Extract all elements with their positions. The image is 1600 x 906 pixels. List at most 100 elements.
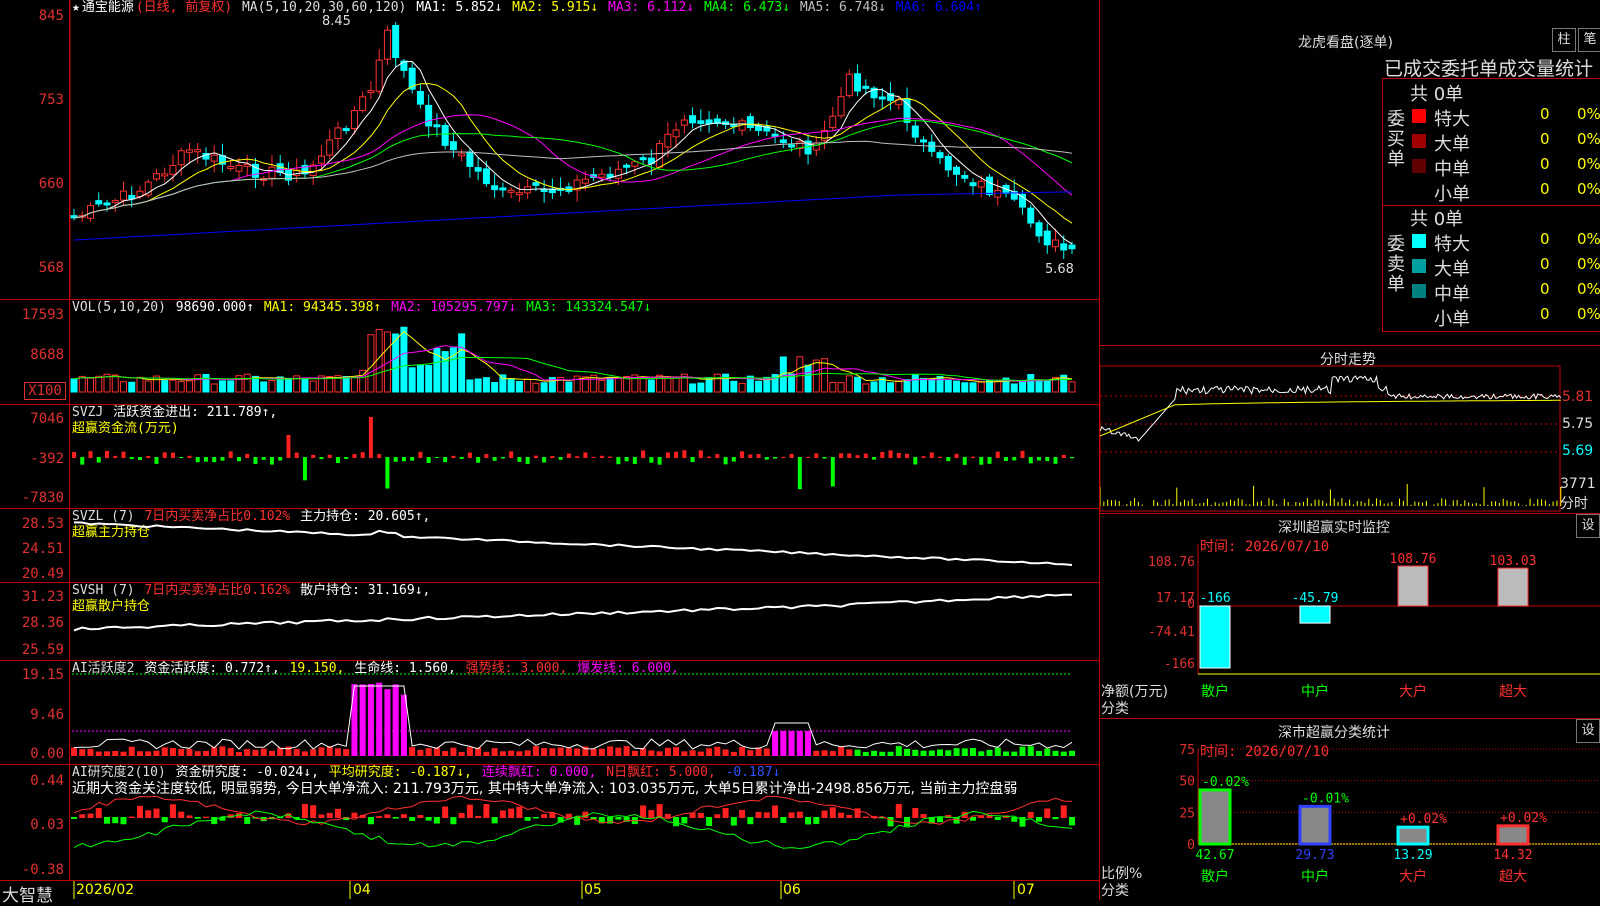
volume-bar [606,376,614,393]
activity-bar [656,751,663,756]
candle-body [614,168,622,179]
flow-bar [558,457,563,460]
volume-bar [136,376,144,393]
flow-bar [616,457,621,465]
svzl-panel[interactable]: SVZL (7) 7日内买卖净占比0.102% 主力持仓: 20.605↑, 超… [0,509,1099,583]
candle-body [111,200,119,204]
capital-flow-chart[interactable] [0,405,1099,509]
activity-bar [887,751,894,756]
volume-bar [812,359,820,393]
volume-bar [524,378,532,393]
volume-bar [466,379,474,393]
ai-research-panel[interactable]: AI研究度2(10) 资金研究度: -0.024↓, 平均研究度: -0.187… [0,765,1099,880]
y-tick: -74.41 [1148,625,1195,640]
candle-body [878,96,886,100]
volume-bar [342,376,350,393]
research-bar [376,816,383,818]
candle-body [400,60,408,71]
net-value: -45.79 [1292,591,1339,606]
flow-bar [360,452,365,458]
main-holding-chart[interactable] [0,509,1099,583]
color-swatch [1412,284,1426,298]
candle-body [177,150,185,166]
activity-bar [557,747,564,756]
research-bar [1052,817,1059,820]
fs-y-tick: 5.75 [1562,416,1594,432]
activity-bar [235,751,242,756]
flow-bar [319,457,324,460]
order-type-label: 小单 [1434,184,1470,205]
activity-bar [351,684,358,756]
category-label: 中户 [1301,868,1329,885]
flow-bar [896,452,901,458]
ratio-value: 29.73 [1295,848,1334,863]
retail-holding-chart[interactable] [0,583,1099,661]
volume-panel[interactable]: VOL(5,10,20) 98690.000↑ MA1: 94345.398↑ … [0,300,1099,405]
activity-bar [607,746,614,756]
candle-body [771,133,779,137]
research-bar [417,815,424,818]
order-type-label: 中单 [1434,284,1470,305]
research-bar [813,817,820,824]
research-bar [458,812,465,818]
flow-bar [913,457,918,465]
flow-bar [872,457,877,460]
activity-bar [739,747,746,756]
flow-bar [451,455,456,458]
svzj-panel[interactable]: SVZJ 活跃资金进出: 211.789↑, 超赢资金流(万元) 7046 -3… [0,405,1099,509]
candle-body [458,153,466,157]
candle-body [680,119,688,126]
ratio-change: +0.02% [1500,811,1547,826]
realtime-monitor-panel[interactable]: 深圳超赢实时监控 设 时间: 2026/07/10 108.76 17.17 0 -7… [1099,513,1600,718]
volume-bar [169,379,177,393]
order-stats-tabs[interactable]: 已成交委托单成交量统计 [1384,54,1593,81]
candle-body [689,115,697,124]
order-type-label: 小单 [1434,309,1470,330]
kline-panel[interactable]: ★ 通宝能源 (日线, 前复权) MA(5,10,20,30,60,120) MA1… [0,0,1099,300]
activity-bar [871,750,878,756]
ai-activity-panel[interactable]: AI活跃度2 资金活跃度: 0.772↑, 19.150, 生命线: 1.560… [0,661,1099,765]
flow-bar [352,454,357,458]
volume-chart[interactable] [0,300,1099,405]
order-percent: 0% [1577,230,1600,248]
svsh-panel[interactable]: SVSH (7) 7日内买卖净占比0.162% 散户持仓: 31.169↓, 超… [0,583,1099,661]
classification-panel[interactable]: 深市超赢分类统计 设 时间: 2026/07/10 75 50 25 0 -0.02% 4… [1099,718,1600,900]
research-bar [136,805,143,818]
volume-bar [920,377,928,393]
research-bar [615,817,622,820]
dragon-tiger-panel[interactable]: 龙虎看盘(逐单) 柱 笔 已成交委托单成交量统计 共 0单 委买单 特大 0 0% 大单 0… [1099,0,1600,345]
activity-bar [879,751,886,756]
ma120-line [73,191,1073,241]
flow-bar [665,452,670,458]
ai-activity-chart[interactable] [0,661,1099,765]
flow-bar [1028,457,1033,464]
ratio-bar-chart[interactable]: 75 50 25 0 -0.02% 42.67 散户 -0.01% 29.73 中户 +0.02% 1… [1100,719,1600,901]
flow-bar [162,452,167,458]
research-bar [1011,817,1018,822]
candle-body [1060,243,1068,251]
volume-bar [887,382,895,393]
research-bar [318,814,325,818]
activity-bar [1003,751,1010,756]
candle-body [169,165,177,175]
activity-bar [1052,750,1059,756]
flow-bar [385,457,390,489]
net-amount-bar-chart[interactable]: 108.7617.170-74.41-166-166散户-45.79中户108.… [1100,514,1600,719]
volume-bar [499,374,507,393]
pen-mode-button[interactable]: 笔 [1578,28,1600,52]
activity-bar [409,747,416,756]
activity-bar [838,746,845,756]
ai-research-chart[interactable] [0,765,1099,880]
ma60-line [73,140,1073,219]
flow-bar [814,453,819,458]
candle-body [334,127,342,139]
intraday-panel[interactable]: 分时走势 5.81 5.75 5.69 3771 分时 [1099,345,1600,513]
research-bar [1027,811,1034,818]
research-bar [433,817,440,824]
intraday-chart[interactable] [1100,346,1600,514]
bar-mode-button[interactable]: 柱 [1552,28,1576,52]
volume-bar [953,380,961,393]
flow-bar [286,435,291,458]
flow-bar [253,457,258,465]
candlestick-chart[interactable] [0,0,1099,300]
